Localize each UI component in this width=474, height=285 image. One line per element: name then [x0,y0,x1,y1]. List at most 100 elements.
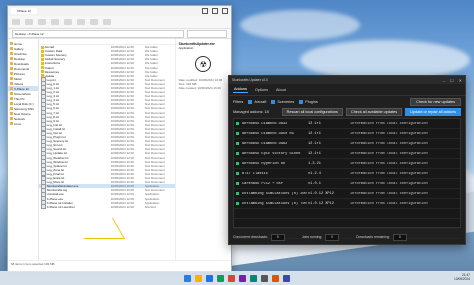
addon-row[interactable] [234,219,460,229]
taskbar-app-icon[interactable] [195,274,202,282]
rename-icon[interactable] [64,19,72,25]
delete-icon[interactable] [77,19,85,25]
app-skunk-icon: ☢ [195,56,212,72]
addon-source: Information from local configuration [350,171,428,176]
paste-icon[interactable] [51,19,59,25]
file-name-cell: X-Plane 12 Launcher [39,204,111,210]
minimize-icon[interactable] [202,8,208,14]
folder-icon [10,97,13,100]
check-all-button[interactable]: Check all available updates [345,108,403,116]
tab-options[interactable]: Options [254,87,269,93]
folder-icon [10,62,13,65]
addon-row[interactable]: Aerobask Diamond DA62 12.1r1 Information f… [234,139,460,149]
addon-version: v1.0.12 XP12 [308,191,334,196]
cut-icon[interactable] [25,19,33,25]
updater-tabs: Addons Options About [229,84,465,96]
copy-icon[interactable] [38,19,46,25]
tab-about[interactable]: About [275,87,287,93]
status-ok-icon [235,182,239,185]
addon-row[interactable]: Aerobask Hyperion 60 1.3.21 Information fr… [234,159,460,169]
folder-icon [10,117,13,120]
filter-aircraft-label: Aircraft [254,99,267,104]
file-row[interactable]: X-Plane 12 Launcher 10/06/2024 12:00 Short… [39,204,175,210]
addon-name: Dotlambing Simulations (R) 700 [242,201,307,206]
update-all-button[interactable]: Update or repair all addons [405,108,461,116]
taskbar-app-icon[interactable] [228,274,235,282]
addon-name: BT47 Classic [242,171,268,176]
nav-item-label: X-Plane 12 [14,86,29,91]
filter-sceneries-checkbox[interactable]: Sceneries [271,99,294,104]
addon-row[interactable]: Dotlambing Simulations (R) 200 v1.0.12 XP… [234,189,460,199]
filter-aircraft-checkbox[interactable]: Aircraft [248,99,267,104]
concurrent-label: Concurrent downloads: [233,235,268,239]
folder-icon [10,107,13,110]
addon-row[interactable]: Dotlambing Simulations (R) 700 v1.0.12 XP… [234,199,460,209]
folder-icon [40,61,44,65]
column-date[interactable] [111,39,145,44]
column-name[interactable] [39,39,111,44]
status-ok-icon [235,162,239,165]
addon-row[interactable]: Aerobask Epic Victory G1000 12.1r1 Informa… [234,149,460,159]
folder-icon [40,57,44,61]
filter-plugins-label: Plugins [305,99,318,104]
addon-source: Information from local configuration [350,191,428,196]
addon-source: Information from local configuration [350,161,428,166]
folder-icon [10,102,13,105]
filters-label: Filters [233,99,244,104]
taskbar-app-icon[interactable] [239,274,246,282]
clock-date: 10/06/2024 [454,277,470,282]
folder-icon [40,49,44,53]
check-updates-button[interactable]: Check for new updates [410,97,461,106]
folder-icon [10,67,13,70]
tab-addons[interactable]: Addons [233,86,248,93]
addon-version: v1.0.1 [308,181,321,186]
status-ok-icon [235,172,239,175]
nav-item[interactable]: Linux [8,121,38,126]
nav-item-label: Samsung SSD [14,106,34,111]
nav-item-label: Home [14,41,23,46]
folder-icon [40,66,44,70]
new-button[interactable] [12,19,20,25]
explorer-command-bar [8,16,231,29]
folder-icon [10,87,13,90]
minimize-icon[interactable]: – [443,78,445,83]
rescan-button[interactable]: Rescan all local configurations [281,108,343,116]
taskbar-app-icon[interactable] [184,274,191,282]
taskbar-app-icon[interactable] [272,274,279,282]
status-ok-icon [235,122,239,125]
addon-row[interactable]: BT47 Classic v1.2.4 Information from local… [234,169,460,179]
taskbar-app-icon[interactable] [206,274,213,282]
sort-button[interactable] [90,19,98,25]
taskbar-app-icon[interactable] [250,274,257,282]
concurrent-downloads-input[interactable]: 5 [270,233,285,241]
maximize-icon[interactable] [212,8,218,14]
taskbar-app-icon[interactable] [217,274,224,282]
preview-subtitle: Application [178,46,194,50]
filter-plugins-checkbox[interactable]: Plugins [299,99,318,104]
nav-item-label: Network [14,116,26,121]
addon-name: Dotlambing Simulations (R) 200 [242,191,307,196]
address-bar[interactable]: Desktop › X-Plane 12 [12,29,184,38]
addon-row[interactable] [234,209,460,219]
addon-row[interactable]: Carenado PC12 + RXP v1.0.1 Information fro… [234,179,460,189]
addon-row[interactable]: Aerobask Diamond DA42 12.1r1 Information f… [234,119,460,129]
close-icon[interactable]: ✕ [459,78,462,83]
nav-item-label: Desktop [14,56,26,61]
filters-row: Filters Aircraft Sceneries Plugins Check… [229,96,465,107]
close-icon[interactable] [222,8,228,14]
search-input[interactable] [187,29,227,38]
checkbox-checked-icon [271,99,276,104]
view-button[interactable] [103,19,111,25]
nav-item-label: Gallery [14,46,24,51]
taskbar-app-icon[interactable] [283,274,290,282]
addon-row[interactable]: Aerobask Diamond DA50 RG 12.1r1 Informatio… [234,129,460,139]
system-tray-clock[interactable]: 21:47 10/06/2024 [454,273,470,281]
maximize-icon[interactable]: ☐ [450,78,454,83]
updater-footer: Concurrent downloads: 5 Jobs running: 0 … [233,233,461,241]
taskbar-app-icon[interactable] [261,274,268,282]
remaining-value: 0 [392,233,407,241]
explorer-tab[interactable]: XPlane 12 [11,8,37,14]
folder-icon [10,52,13,55]
column-type[interactable] [145,39,175,44]
explorer-status-bar: 68 items 1 item selected 193 MB [8,260,231,267]
